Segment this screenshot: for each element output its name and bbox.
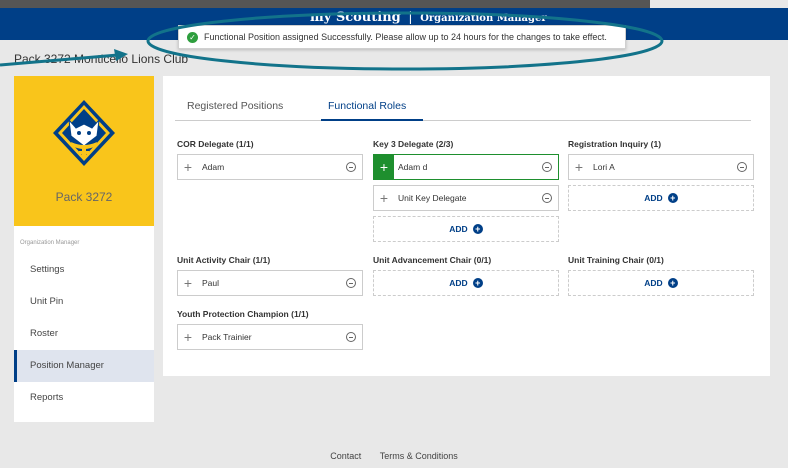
add-button[interactable]: ADD +	[373, 216, 559, 242]
plus-icon[interactable]: +	[374, 186, 394, 210]
minus-circle-icon[interactable]	[346, 162, 356, 172]
tab-bar: Registered Positions Functional Roles	[175, 94, 751, 121]
plus-circle-icon: +	[472, 224, 483, 234]
plus-icon[interactable]: +	[178, 325, 198, 349]
pack-name: Pack 3272	[55, 190, 113, 204]
success-toast: ✓ Functional Position assigned Successfu…	[178, 25, 626, 49]
add-button[interactable]: ADD +	[568, 185, 754, 211]
footer: Contact Terms & Conditions	[0, 451, 788, 461]
minus-circle-icon[interactable]	[737, 162, 747, 172]
role-unit-training-chair: Unit Training Chair (0/1) ADD +	[568, 254, 754, 301]
role-title: Unit Activity Chair (1/1)	[177, 255, 271, 265]
member-name: Adam d	[398, 162, 428, 172]
sidebar-item-roster[interactable]: Roster	[14, 318, 154, 350]
minus-circle-icon[interactable]	[346, 332, 356, 342]
plus-icon[interactable]: +	[569, 155, 589, 179]
role-unit-activity-chair: Unit Activity Chair (1/1) + Paul	[177, 254, 363, 301]
role-registration-inquiry: Registration Inquiry (1) + Lori A ADD +	[568, 138, 754, 216]
member-slot[interactable]: + Paul	[177, 270, 363, 296]
member-slot[interactable]: + Adam	[177, 154, 363, 180]
add-button[interactable]: ADD +	[373, 270, 559, 296]
brand-separator: |	[408, 10, 413, 25]
tab-registered-positions[interactable]: Registered Positions	[187, 100, 283, 112]
brand-title[interactable]: my Scouting | Organization Manager	[310, 10, 547, 25]
role-title: Unit Advancement Chair (0/1)	[373, 255, 492, 265]
add-label: ADD	[644, 193, 663, 203]
role-youth-protection-champion: Youth Protection Champion (1/1) + Pack T…	[177, 308, 363, 355]
add-button[interactable]: ADD +	[568, 270, 754, 296]
sidebar-item-settings[interactable]: Settings	[14, 254, 154, 286]
unit-logo-card: Pack 3272	[14, 76, 154, 226]
role-title: COR Delegate (1/1)	[177, 139, 254, 149]
role-title: Youth Protection Champion (1/1)	[177, 309, 309, 319]
minus-circle-icon[interactable]	[542, 193, 552, 203]
top-strip	[0, 0, 650, 8]
role-title: Unit Training Chair (0/1)	[568, 255, 664, 265]
sidebar-item-unit-pin[interactable]: Unit Pin	[14, 286, 154, 318]
check-circle-icon: ✓	[187, 31, 198, 43]
tab-functional-roles[interactable]: Functional Roles	[328, 100, 406, 112]
role-cor-delegate: COR Delegate (1/1) + Adam	[177, 138, 363, 185]
unit-title: Pack 3272 Monticello Lions Club	[14, 52, 189, 66]
minus-circle-icon[interactable]	[542, 162, 552, 172]
sidebar-item-reports[interactable]: Reports	[14, 382, 154, 414]
plus-icon[interactable]: +	[178, 155, 198, 179]
minus-circle-icon[interactable]	[346, 278, 356, 288]
member-slot[interactable]: + Lori A	[568, 154, 754, 180]
sidebar-item-position-manager[interactable]: Position Manager	[14, 350, 154, 382]
sidebar-caption: Organization Manager	[20, 240, 80, 246]
footer-link-terms[interactable]: Terms & Conditions	[380, 451, 458, 461]
brand-name: my Scouting	[310, 10, 401, 25]
member-name: Pack Trainier	[202, 332, 252, 342]
add-label: ADD	[449, 224, 468, 234]
brand-subtitle: Organization Manager	[420, 13, 547, 24]
plus-icon[interactable]: +	[374, 155, 394, 179]
member-name: Paul	[202, 278, 220, 288]
member-slot[interactable]: + Unit Key Delegate	[373, 185, 559, 211]
toast-message: Functional Position assigned Successfull…	[204, 32, 607, 42]
add-label: ADD	[449, 278, 468, 288]
member-slot[interactable]: + Adam d	[373, 154, 559, 180]
plus-icon[interactable]: +	[178, 271, 198, 295]
sidebar: Pack 3272 Organization Manager Settings …	[14, 76, 154, 422]
plus-circle-icon: +	[472, 278, 483, 288]
member-slot[interactable]: + Pack Trainier	[177, 324, 363, 350]
role-title: Key 3 Delegate (2/3)	[373, 139, 454, 149]
role-key-3-delegate: Key 3 Delegate (2/3) + Adam d + Unit Key…	[373, 138, 559, 247]
position-manager-panel: Registered Positions Functional Roles CO…	[163, 76, 770, 376]
role-title: Registration Inquiry (1)	[568, 139, 662, 149]
active-tab-indicator	[321, 119, 423, 121]
plus-circle-icon: +	[667, 193, 678, 203]
member-name: Lori A	[593, 162, 615, 172]
add-label: ADD	[644, 278, 663, 288]
cub-scouts-logo-icon	[53, 100, 115, 166]
role-unit-advancement-chair: Unit Advancement Chair (0/1) ADD +	[373, 254, 559, 301]
plus-circle-icon: +	[667, 278, 678, 288]
member-name: Unit Key Delegate	[398, 193, 467, 203]
footer-link-contact[interactable]: Contact	[330, 451, 361, 461]
member-name: Adam	[202, 162, 225, 172]
